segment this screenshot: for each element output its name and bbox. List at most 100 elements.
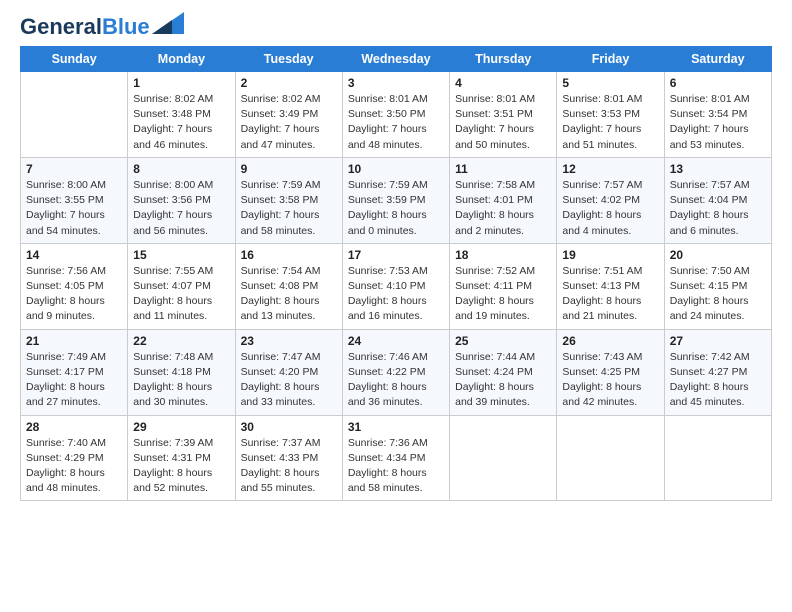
day-number: 3 bbox=[348, 76, 444, 90]
day-info: Sunrise: 7:46 AM Sunset: 4:22 PM Dayligh… bbox=[348, 350, 444, 411]
calendar-table: SundayMondayTuesdayWednesdayThursdayFrid… bbox=[20, 46, 772, 501]
calendar-cell: 4 Sunrise: 8:01 AM Sunset: 3:51 PM Daylig… bbox=[450, 72, 557, 158]
calendar-cell: 16Sunrise: 7:54 AM Sunset: 4:08 PM Dayli… bbox=[235, 243, 342, 329]
calendar-cell: 6 Sunrise: 8:01 AM Sunset: 3:54 PM Daylig… bbox=[664, 72, 771, 158]
day-info: Sunrise: 8:01 AM Sunset: 3:51 PM Dayligh… bbox=[455, 92, 551, 153]
calendar-cell: 31 Sunrise: 7:36 AM Sunset: 4:34 PM Dayli… bbox=[342, 415, 449, 501]
day-info: Sunrise: 7:40 AM Sunset: 4:29 PM Dayligh… bbox=[26, 436, 122, 497]
day-info: Sunrise: 7:58 AM Sunset: 4:01 PM Dayligh… bbox=[455, 178, 551, 239]
day-number: 22 bbox=[133, 334, 229, 348]
calendar-cell: 15 Sunrise: 7:55 AM Sunset: 4:07 PM Dayli… bbox=[128, 243, 235, 329]
weekday-header-wednesday: Wednesday bbox=[342, 47, 449, 72]
calendar-cell: 23 Sunrise: 7:47 AM Sunset: 4:20 PM Dayli… bbox=[235, 329, 342, 415]
weekday-header-tuesday: Tuesday bbox=[235, 47, 342, 72]
day-number: 8 bbox=[133, 162, 229, 176]
calendar-cell: 27 Sunrise: 7:42 AM Sunset: 4:27 PM Dayli… bbox=[664, 329, 771, 415]
day-number: 27 bbox=[670, 334, 766, 348]
day-number: 28 bbox=[26, 420, 122, 434]
calendar-cell: 30 Sunrise: 7:37 AM Sunset: 4:33 PM Dayli… bbox=[235, 415, 342, 501]
day-number: 5 bbox=[562, 76, 658, 90]
day-number: 4 bbox=[455, 76, 551, 90]
calendar-cell: 1 Sunrise: 8:02 AM Sunset: 3:48 PM Daylig… bbox=[128, 72, 235, 158]
day-info: Sunrise: 7:49 AM Sunset: 4:17 PM Dayligh… bbox=[26, 350, 122, 411]
calendar-cell: 7 Sunrise: 8:00 AM Sunset: 3:55 PM Daylig… bbox=[21, 157, 128, 243]
calendar-cell bbox=[664, 415, 771, 501]
calendar-cell bbox=[21, 72, 128, 158]
day-info: Sunrise: 8:00 AM Sunset: 3:56 PM Dayligh… bbox=[133, 178, 229, 239]
day-number: 10 bbox=[348, 162, 444, 176]
day-number: 24 bbox=[348, 334, 444, 348]
weekday-header-sunday: Sunday bbox=[21, 47, 128, 72]
day-number: 25 bbox=[455, 334, 551, 348]
calendar-cell: 29Sunrise: 7:39 AM Sunset: 4:31 PM Dayli… bbox=[128, 415, 235, 501]
calendar-cell: 3Sunrise: 8:01 AM Sunset: 3:50 PM Daylig… bbox=[342, 72, 449, 158]
day-number: 31 bbox=[348, 420, 444, 434]
calendar-cell: 8 Sunrise: 8:00 AM Sunset: 3:56 PM Daylig… bbox=[128, 157, 235, 243]
day-info: Sunrise: 7:42 AM Sunset: 4:27 PM Dayligh… bbox=[670, 350, 766, 411]
day-number: 7 bbox=[26, 162, 122, 176]
day-info: Sunrise: 8:00 AM Sunset: 3:55 PM Dayligh… bbox=[26, 178, 122, 239]
day-info: Sunrise: 7:36 AM Sunset: 4:34 PM Dayligh… bbox=[348, 436, 444, 497]
day-info: Sunrise: 7:59 AM Sunset: 3:59 PM Dayligh… bbox=[348, 178, 444, 239]
day-number: 18 bbox=[455, 248, 551, 262]
day-number: 14 bbox=[26, 248, 122, 262]
day-info: Sunrise: 7:44 AM Sunset: 4:24 PM Dayligh… bbox=[455, 350, 551, 411]
week-row-4: 28 Sunrise: 7:40 AM Sunset: 4:29 PM Dayli… bbox=[21, 415, 772, 501]
day-info: Sunrise: 7:37 AM Sunset: 4:33 PM Dayligh… bbox=[241, 436, 337, 497]
day-info: Sunrise: 7:43 AM Sunset: 4:25 PM Dayligh… bbox=[562, 350, 658, 411]
day-number: 11 bbox=[455, 162, 551, 176]
day-info: Sunrise: 8:01 AM Sunset: 3:54 PM Dayligh… bbox=[670, 92, 766, 153]
day-number: 6 bbox=[670, 76, 766, 90]
calendar-cell: 12 Sunrise: 7:57 AM Sunset: 4:02 PM Dayli… bbox=[557, 157, 664, 243]
day-info: Sunrise: 8:01 AM Sunset: 3:53 PM Dayligh… bbox=[562, 92, 658, 153]
calendar-cell: 5 Sunrise: 8:01 AM Sunset: 3:53 PM Daylig… bbox=[557, 72, 664, 158]
calendar-cell bbox=[557, 415, 664, 501]
calendar-cell: 14 Sunrise: 7:56 AM Sunset: 4:05 PM Dayli… bbox=[21, 243, 128, 329]
day-number: 17 bbox=[348, 248, 444, 262]
day-number: 19 bbox=[562, 248, 658, 262]
calendar-cell: 24 Sunrise: 7:46 AM Sunset: 4:22 PM Dayli… bbox=[342, 329, 449, 415]
day-info: Sunrise: 7:54 AM Sunset: 4:08 PM Dayligh… bbox=[241, 264, 337, 325]
day-info: Sunrise: 7:48 AM Sunset: 4:18 PM Dayligh… bbox=[133, 350, 229, 411]
logo-icon bbox=[152, 12, 184, 34]
calendar-cell: 11 Sunrise: 7:58 AM Sunset: 4:01 PM Dayli… bbox=[450, 157, 557, 243]
day-number: 21 bbox=[26, 334, 122, 348]
week-row-2: 14 Sunrise: 7:56 AM Sunset: 4:05 PM Dayli… bbox=[21, 243, 772, 329]
weekday-header-thursday: Thursday bbox=[450, 47, 557, 72]
day-number: 1 bbox=[133, 76, 229, 90]
day-number: 30 bbox=[241, 420, 337, 434]
day-number: 13 bbox=[670, 162, 766, 176]
week-row-3: 21 Sunrise: 7:49 AM Sunset: 4:17 PM Dayli… bbox=[21, 329, 772, 415]
day-info: Sunrise: 7:59 AM Sunset: 3:58 PM Dayligh… bbox=[241, 178, 337, 239]
week-row-0: 1 Sunrise: 8:02 AM Sunset: 3:48 PM Daylig… bbox=[21, 72, 772, 158]
calendar-cell: 22 Sunrise: 7:48 AM Sunset: 4:18 PM Dayli… bbox=[128, 329, 235, 415]
day-info: Sunrise: 7:55 AM Sunset: 4:07 PM Dayligh… bbox=[133, 264, 229, 325]
day-info: Sunrise: 7:47 AM Sunset: 4:20 PM Dayligh… bbox=[241, 350, 337, 411]
calendar-cell: 13Sunrise: 7:57 AM Sunset: 4:04 PM Dayli… bbox=[664, 157, 771, 243]
weekday-header-saturday: Saturday bbox=[664, 47, 771, 72]
logo-text: GeneralBlue bbox=[20, 16, 150, 38]
page: GeneralBlue SundayMondayTuesdayWednesday… bbox=[0, 0, 792, 612]
day-number: 29 bbox=[133, 420, 229, 434]
day-number: 15 bbox=[133, 248, 229, 262]
day-info: Sunrise: 7:51 AM Sunset: 4:13 PM Dayligh… bbox=[562, 264, 658, 325]
week-row-1: 7 Sunrise: 8:00 AM Sunset: 3:55 PM Daylig… bbox=[21, 157, 772, 243]
day-info: Sunrise: 8:02 AM Sunset: 3:49 PM Dayligh… bbox=[241, 92, 337, 153]
day-info: Sunrise: 8:02 AM Sunset: 3:48 PM Dayligh… bbox=[133, 92, 229, 153]
header: GeneralBlue bbox=[20, 16, 772, 38]
day-info: Sunrise: 7:53 AM Sunset: 4:10 PM Dayligh… bbox=[348, 264, 444, 325]
weekday-header-monday: Monday bbox=[128, 47, 235, 72]
day-number: 26 bbox=[562, 334, 658, 348]
day-number: 23 bbox=[241, 334, 337, 348]
calendar-cell bbox=[450, 415, 557, 501]
day-info: Sunrise: 7:57 AM Sunset: 4:02 PM Dayligh… bbox=[562, 178, 658, 239]
day-info: Sunrise: 7:56 AM Sunset: 4:05 PM Dayligh… bbox=[26, 264, 122, 325]
day-number: 20 bbox=[670, 248, 766, 262]
day-number: 2 bbox=[241, 76, 337, 90]
calendar-cell: 28 Sunrise: 7:40 AM Sunset: 4:29 PM Dayli… bbox=[21, 415, 128, 501]
weekday-header-row: SundayMondayTuesdayWednesdayThursdayFrid… bbox=[21, 47, 772, 72]
calendar-cell: 18Sunrise: 7:52 AM Sunset: 4:11 PM Dayli… bbox=[450, 243, 557, 329]
calendar-cell: 17 Sunrise: 7:53 AM Sunset: 4:10 PM Dayli… bbox=[342, 243, 449, 329]
day-number: 12 bbox=[562, 162, 658, 176]
day-number: 9 bbox=[241, 162, 337, 176]
